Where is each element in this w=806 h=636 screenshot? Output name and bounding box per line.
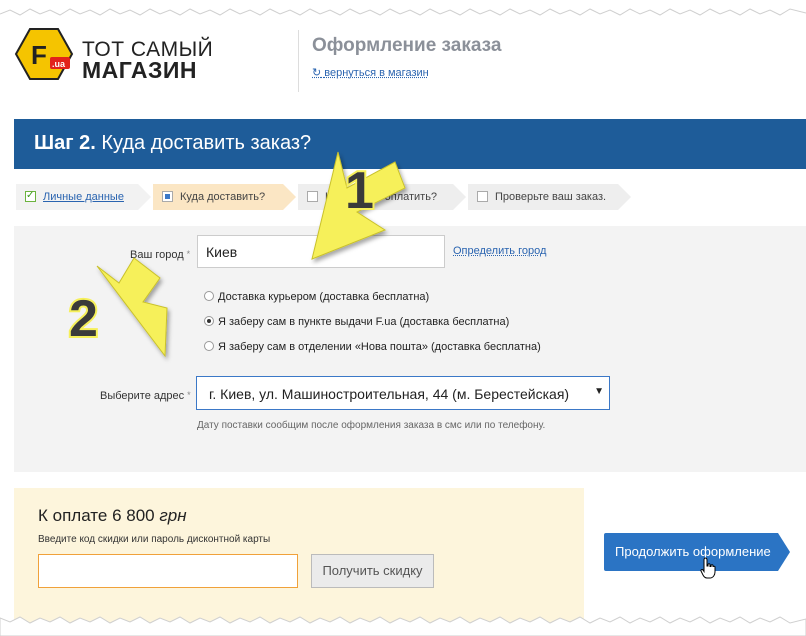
page-title: Оформление заказа: [312, 35, 502, 56]
logo-badge: .ua: [52, 59, 66, 69]
back-link-label: вернуться в магазин: [324, 67, 429, 79]
address-select[interactable]: г. Киев, ул. Машиностроительная, 44 (м. …: [196, 376, 610, 410]
logo[interactable]: F .ua: [14, 27, 74, 81]
step-label: Проверьте ваш заказ.: [495, 191, 607, 203]
dropdown-caret-icon: ▼: [594, 386, 604, 397]
step-done-checkbox-icon: [25, 183, 36, 209]
total-amount: 6 800: [112, 506, 155, 525]
back-icon: ↻: [312, 67, 322, 79]
address-label: Выберите адрес *: [100, 390, 191, 402]
step-personal-data[interactable]: Личные данные: [16, 183, 151, 210]
step-label: Куда доставить?: [180, 191, 266, 203]
detect-city-link[interactable]: Определить город: [453, 245, 546, 257]
step-checkbox-icon: [477, 191, 488, 202]
radio-button[interactable]: [204, 341, 214, 351]
address-select-value: г. Киев, ул. Машиностроительная, 44 (м. …: [209, 386, 570, 402]
total-currency: грн: [159, 506, 187, 525]
continue-checkout-button[interactable]: Продолжить оформление: [604, 533, 790, 571]
logo-letter: F: [31, 40, 47, 70]
back-to-shop-link[interactable]: ↻ вернуться в магазин: [312, 66, 429, 79]
city-input[interactable]: [197, 235, 445, 268]
delivery-option-label: Я заберу сам в отделении «Нова пошта» (д…: [218, 341, 541, 353]
brand-name: ТОТ САМЫЙ МАГАЗИН: [82, 39, 213, 83]
step-checkbox-icon: [307, 191, 318, 202]
torn-edge-top: [0, 8, 806, 16]
total-prefix: К оплате: [38, 506, 108, 525]
delivery-option-label: Доставка курьером (доставка бесплатна): [218, 291, 430, 303]
radio-button[interactable]: [204, 291, 214, 301]
brand-line-2: МАГАЗИН: [82, 57, 198, 83]
step-label: Как удобно оплатить?: [325, 191, 438, 203]
step-banner: Шаг 2. Куда доставить заказ?: [14, 119, 806, 169]
delivery-date-hint: Дату поставки сообщим после оформления з…: [197, 420, 546, 431]
radio-button-selected[interactable]: [204, 316, 214, 326]
step-number: Шаг 2.: [34, 132, 96, 154]
step-current-checkbox-icon: [162, 191, 173, 202]
city-label: Ваш город *: [130, 249, 191, 261]
step-delivery: Куда доставить?: [153, 184, 296, 210]
header-divider: [298, 30, 299, 92]
step-review-order: Проверьте ваш заказ.: [468, 184, 631, 210]
hand-pointer-cursor-icon: [700, 557, 716, 579]
delivery-option-label: Я заберу сам в пункте выдачи F.ua (доста…: [218, 316, 510, 328]
promo-code-input[interactable]: [38, 554, 298, 588]
order-total: К оплате 6 800 грн: [38, 506, 187, 526]
step-label: Личные данные: [43, 191, 124, 203]
get-discount-button[interactable]: Получить скидку: [311, 554, 434, 588]
promo-hint: Введите код скидки или пароль дисконтной…: [38, 534, 271, 545]
step-title: Куда доставить заказ?: [101, 132, 312, 154]
step-payment-method: Как удобно оплатить?: [298, 184, 466, 210]
